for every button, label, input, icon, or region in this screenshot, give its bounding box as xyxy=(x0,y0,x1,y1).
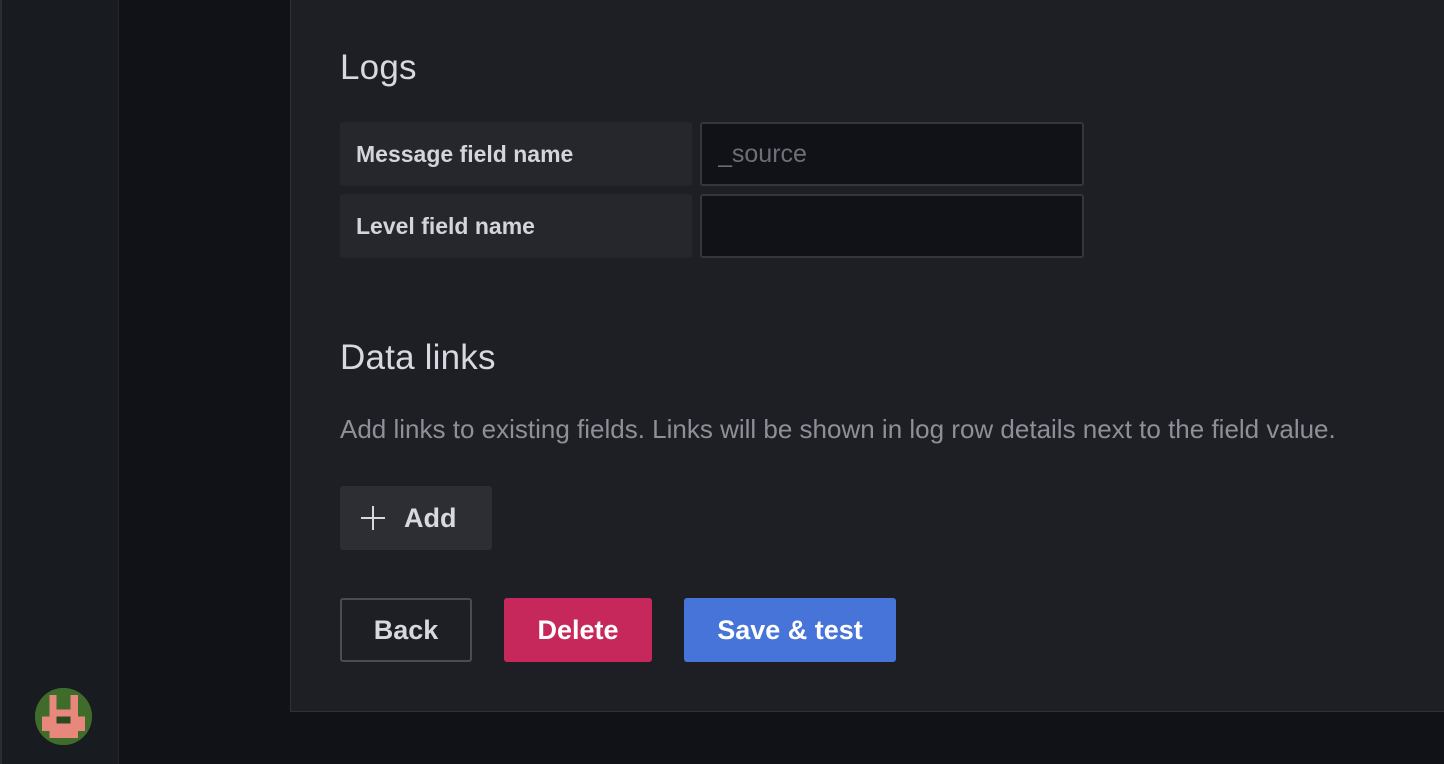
add-data-link-button[interactable]: Add xyxy=(340,486,492,550)
message-field-label: Message field name xyxy=(340,122,692,186)
level-field-label: Level field name xyxy=(340,194,692,258)
delete-button[interactable]: Delete xyxy=(504,598,652,662)
level-field-input[interactable] xyxy=(700,194,1084,258)
add-button-label: Add xyxy=(404,502,457,533)
data-links-section-title: Data links xyxy=(340,338,496,377)
logs-section-title: Logs xyxy=(340,48,417,87)
back-button[interactable]: Back xyxy=(340,598,472,662)
data-links-description: Add links to existing fields. Links will… xyxy=(340,414,1336,444)
message-field-input[interactable] xyxy=(700,122,1084,186)
save-and-test-button[interactable]: Save & test xyxy=(684,598,896,662)
user-avatar[interactable] xyxy=(35,688,92,745)
plus-icon xyxy=(360,505,386,531)
side-menu xyxy=(2,0,119,764)
avatar-image xyxy=(35,688,92,745)
